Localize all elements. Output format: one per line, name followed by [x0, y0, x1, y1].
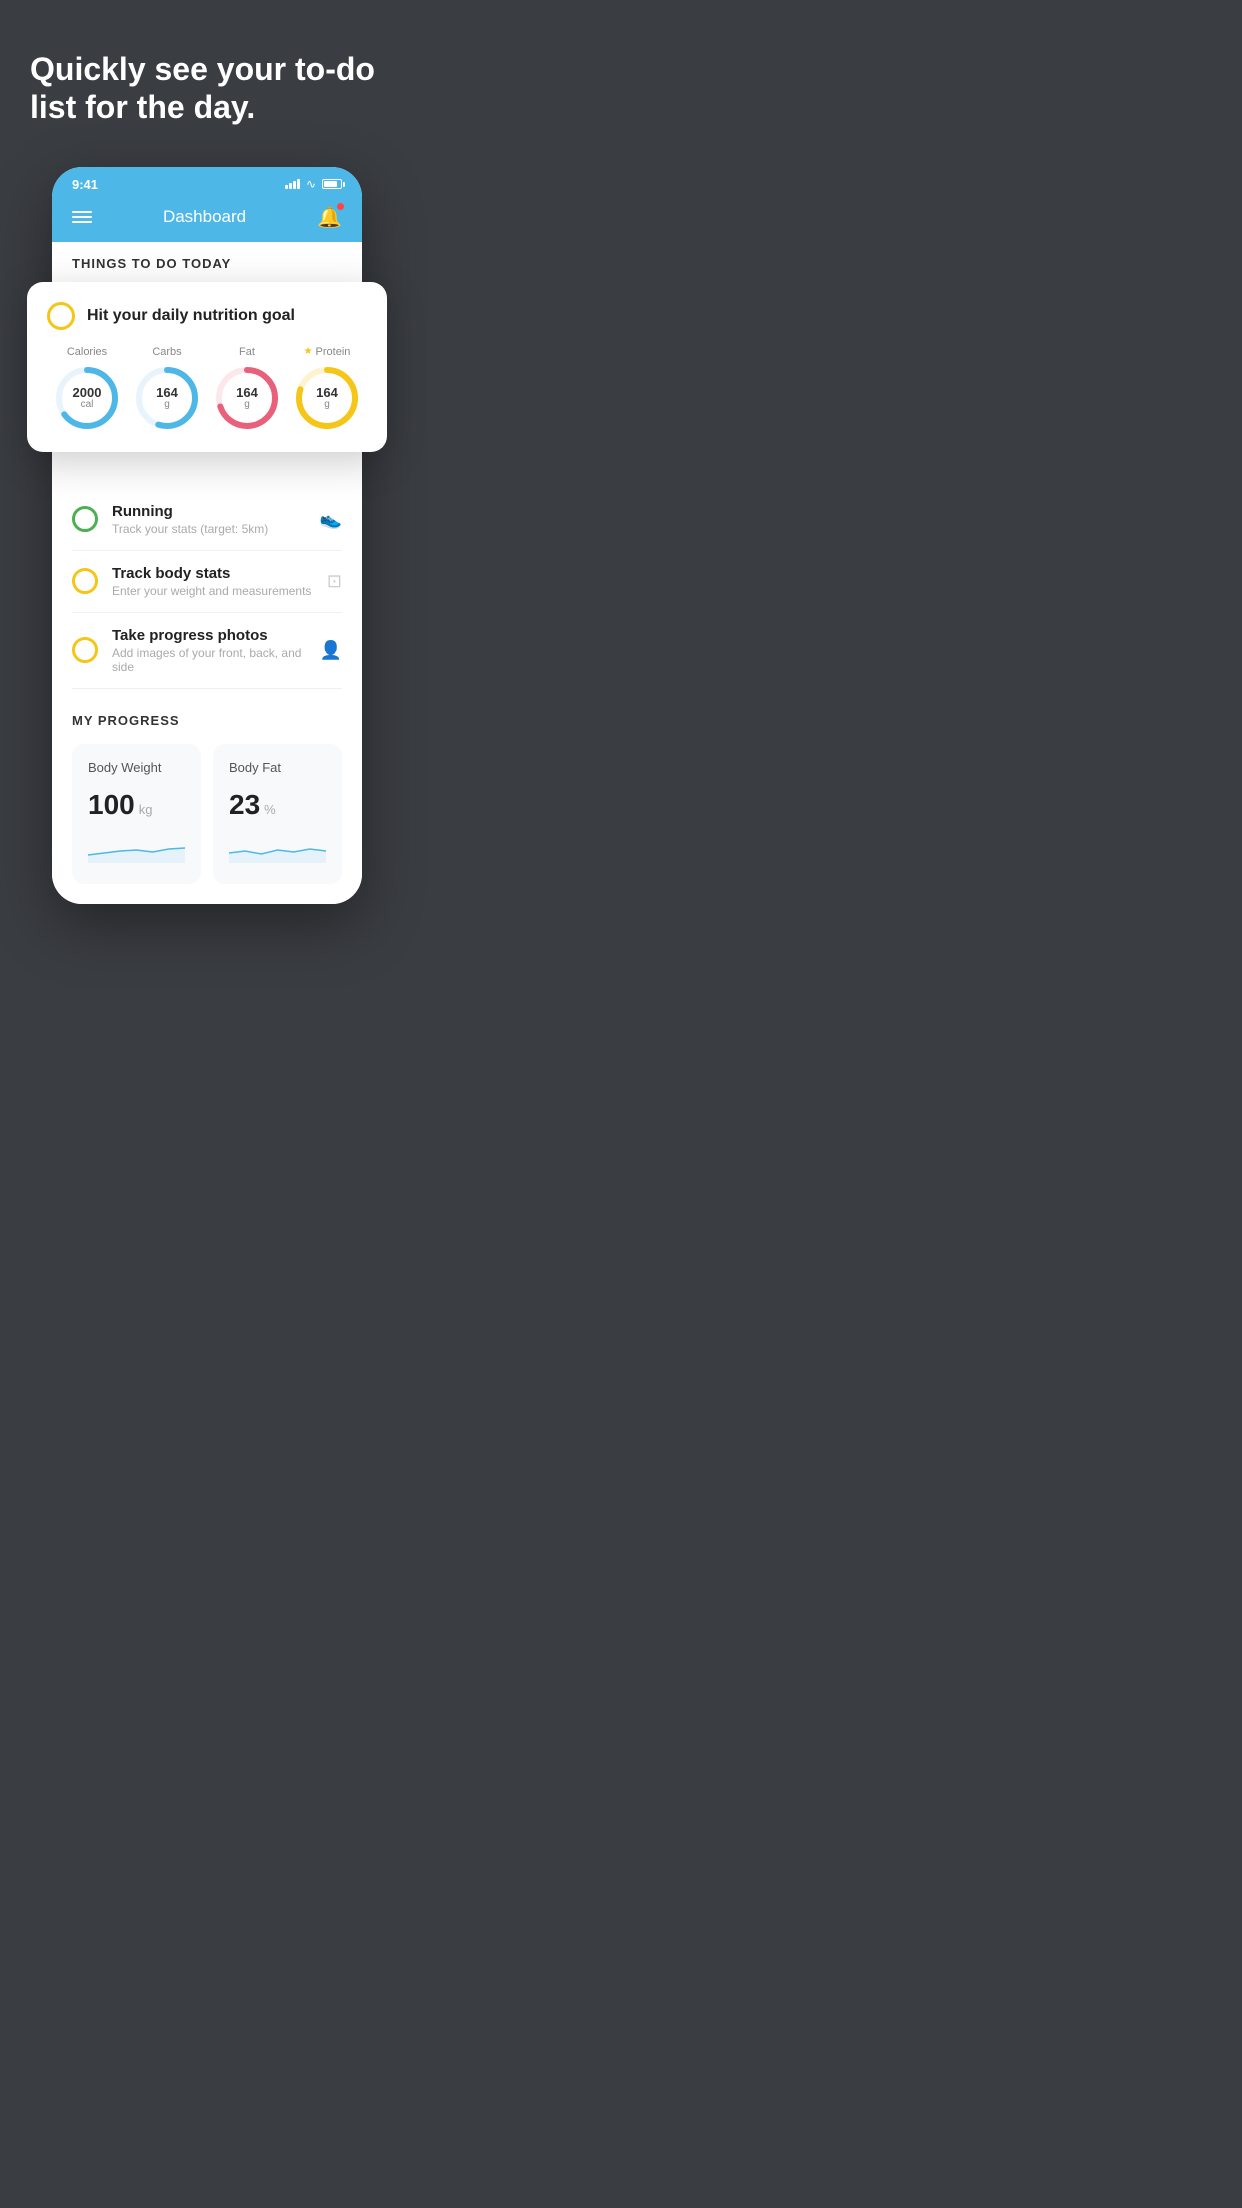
list-item[interactable]: Running Track your stats (target: 5km) 👟 [72, 489, 342, 551]
body-fat-label: Body Fat [229, 760, 326, 775]
body-weight-chart [88, 833, 185, 863]
body-stats-text: Track body stats Enter your weight and m… [112, 565, 313, 598]
menu-button[interactable] [72, 211, 92, 223]
protein-value-text: 164 g [316, 386, 338, 410]
phone-frame: 9:41 ∿ Dashboard 🔔 [52, 167, 362, 904]
notification-dot [337, 203, 344, 210]
progress-section: MY PROGRESS Body Weight 100 kg [52, 689, 362, 904]
body-weight-value-row: 100 kg [88, 789, 185, 821]
calories-label: Calories [67, 346, 107, 358]
list-item[interactable]: Take progress photos Add images of your … [72, 613, 342, 689]
nutrition-card-header: Hit your daily nutrition goal [47, 302, 367, 330]
progress-title: MY PROGRESS [72, 713, 342, 728]
carbs-value-text: 164 g [156, 386, 178, 410]
wifi-icon: ∿ [306, 177, 316, 191]
person-icon: 👤 [320, 640, 342, 661]
status-icons: ∿ [285, 177, 342, 191]
nav-title: Dashboard [163, 207, 246, 227]
body-fat-unit: % [264, 802, 276, 817]
nav-bar: Dashboard 🔔 [52, 197, 362, 242]
nutrition-rings: Calories 2000 cal Carbs [47, 346, 367, 432]
body-weight-unit: kg [139, 802, 153, 817]
hero-title: Quickly see your to-do list for the day. [30, 50, 384, 127]
fat-ring: 164 g [213, 364, 281, 432]
carbs-ring-item: Carbs 164 g [133, 346, 201, 432]
calories-ring-item: Calories 2000 cal [53, 346, 121, 432]
photos-circle [72, 637, 98, 663]
body-fat-value: 23 [229, 789, 260, 821]
nutrition-circle [47, 302, 75, 330]
running-circle [72, 506, 98, 532]
battery-icon [322, 179, 342, 189]
fat-ring-item: Fat 164 g [213, 346, 281, 432]
body-weight-label: Body Weight [88, 760, 185, 775]
todo-list: Running Track your stats (target: 5km) 👟… [52, 489, 362, 689]
running-text: Running Track your stats (target: 5km) [112, 503, 306, 536]
fat-label: Fat [239, 346, 255, 358]
running-subtitle: Track your stats (target: 5km) [112, 522, 306, 536]
protein-label: ★Protein [304, 346, 351, 358]
photos-text: Take progress photos Add images of your … [112, 627, 306, 674]
phone-mockup: 9:41 ∿ Dashboard 🔔 [52, 167, 362, 934]
list-item[interactable]: Track body stats Enter your weight and m… [72, 551, 342, 613]
running-title: Running [112, 503, 306, 520]
scale-icon: ⊡ [327, 571, 342, 592]
progress-cards: Body Weight 100 kg Body Fat [72, 744, 342, 884]
shoe-icon: 👟 [320, 509, 342, 530]
protein-star: ★ [304, 346, 313, 357]
carbs-label: Carbs [152, 346, 181, 358]
notification-button[interactable]: 🔔 [317, 205, 342, 230]
photos-subtitle: Add images of your front, back, and side [112, 646, 306, 674]
status-time: 9:41 [72, 177, 98, 192]
nutrition-card-title: Hit your daily nutrition goal [87, 307, 295, 325]
signal-icon [285, 179, 300, 189]
photos-title: Take progress photos [112, 627, 306, 644]
calories-value-text: 2000 cal [73, 386, 102, 410]
hero-section: Quickly see your to-do list for the day. [0, 0, 414, 157]
body-stats-subtitle: Enter your weight and measurements [112, 584, 313, 598]
nutrition-card: Hit your daily nutrition goal Calories 2… [27, 282, 387, 452]
status-bar: 9:41 ∿ [52, 167, 362, 197]
body-stats-circle [72, 568, 98, 594]
fat-value-text: 164 g [236, 386, 258, 410]
things-to-do-title: THINGS TO DO TODAY [52, 242, 362, 279]
protein-ring: 164 g [293, 364, 361, 432]
protein-ring-item: ★Protein 164 g [293, 346, 361, 432]
body-fat-chart [229, 833, 326, 863]
carbs-ring: 164 g [133, 364, 201, 432]
body-weight-value: 100 [88, 789, 135, 821]
body-fat-card: Body Fat 23 % [213, 744, 342, 884]
body-weight-card: Body Weight 100 kg [72, 744, 201, 884]
body-stats-title: Track body stats [112, 565, 313, 582]
calories-ring: 2000 cal [53, 364, 121, 432]
body-fat-value-row: 23 % [229, 789, 326, 821]
